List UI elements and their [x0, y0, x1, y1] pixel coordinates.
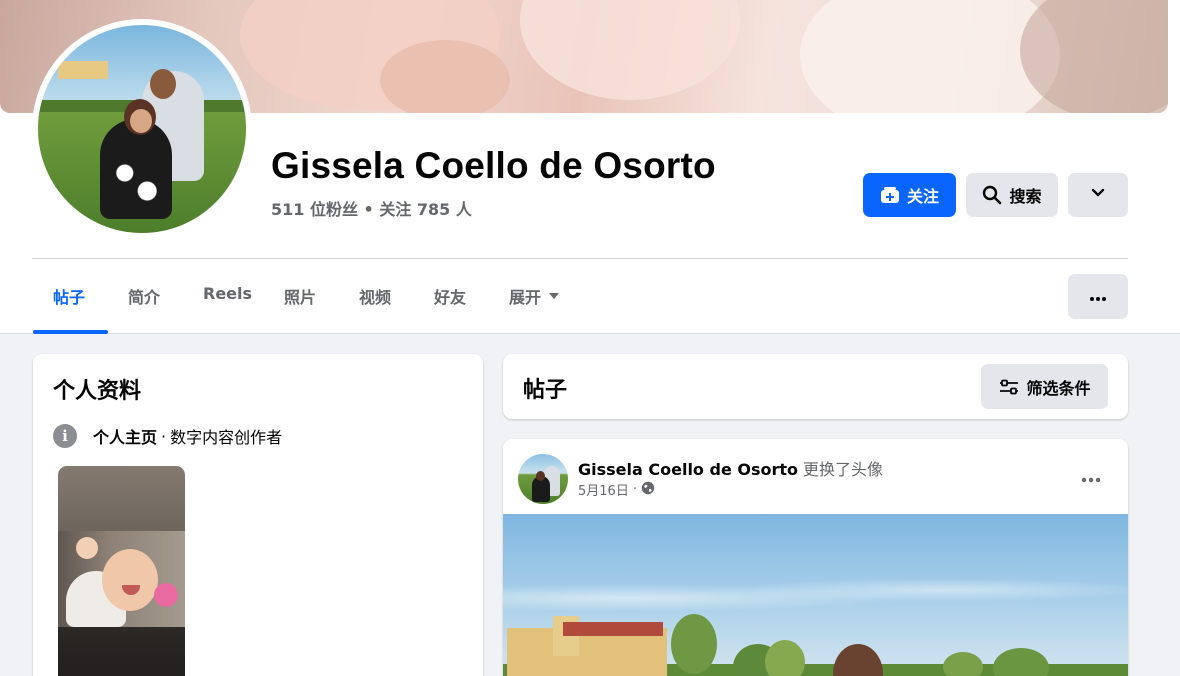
- filter-button[interactable]: 筛选条件: [981, 364, 1108, 409]
- post-author-avatar[interactable]: [518, 454, 568, 504]
- info-icon: i: [53, 424, 77, 448]
- tab-more[interactable]: 展开: [509, 284, 560, 308]
- more-options-button[interactable]: [1068, 274, 1128, 319]
- post-meta-separator: ·: [632, 482, 637, 497]
- chevron-down-icon: [1090, 185, 1106, 205]
- tab-videos[interactable]: 视频: [359, 284, 391, 308]
- intro-category-label: 个人主页: [93, 428, 158, 447]
- search-button[interactable]: 搜索: [966, 173, 1058, 217]
- filter-label: 筛选条件: [1026, 378, 1091, 398]
- profile-stats[interactable]: 511 位粉丝 • 关注 785 人: [271, 196, 472, 220]
- profile-dropdown-button[interactable]: [1068, 173, 1128, 217]
- tab-friends[interactable]: 好友: [434, 284, 466, 308]
- post-card: Gissela Coello de Osorto 更换了头像 5月16日 ·: [503, 439, 1128, 676]
- tab-posts[interactable]: 帖子: [53, 284, 85, 308]
- caret-down-icon: [549, 293, 560, 299]
- tab-more-label: 展开: [509, 288, 542, 307]
- follow-label: 关注: [906, 187, 939, 206]
- tab-reels[interactable]: Reels: [203, 284, 252, 303]
- intro-title: 个人资料: [53, 379, 142, 404]
- search-icon: [982, 185, 1002, 205]
- active-tab-indicator: [33, 330, 108, 334]
- posts-header-card: 帖子 筛选条件: [503, 354, 1128, 419]
- intro-category-row: i 个人主页 · 数字内容创作者: [53, 424, 282, 448]
- post-date[interactable]: 5月16日: [578, 480, 629, 499]
- tab-about[interactable]: 简介: [128, 284, 160, 308]
- filter-sliders-icon: [998, 378, 1020, 396]
- ellipsis-icon: [1080, 468, 1102, 487]
- globe-icon: [641, 481, 655, 499]
- follow-icon: [880, 186, 900, 204]
- profile-avatar[interactable]: [38, 25, 246, 233]
- post-options-button[interactable]: [1075, 463, 1107, 491]
- post-author-name[interactable]: Gissela Coello de Osorto: [578, 460, 798, 479]
- intro-card: 个人资料 i 个人主页 · 数字内容创作者: [33, 354, 483, 676]
- intro-category-value: 数字内容创作者: [170, 428, 283, 447]
- posts-title: 帖子: [523, 378, 568, 403]
- post-header-line: Gissela Coello de Osorto 更换了头像: [578, 456, 883, 480]
- featured-photo-image: [58, 531, 185, 627]
- post-meta: 5月16日 ·: [578, 480, 655, 499]
- featured-photo[interactable]: [58, 466, 185, 676]
- tab-photos[interactable]: 照片: [284, 284, 316, 308]
- intro-separator: ·: [161, 426, 167, 446]
- post-action-text: 更换了头像: [803, 460, 884, 479]
- header-divider: [32, 258, 1128, 259]
- ellipsis-icon: [1089, 287, 1107, 306]
- search-label: 搜索: [1009, 187, 1042, 206]
- follow-button[interactable]: 关注: [863, 173, 956, 217]
- post-image[interactable]: [503, 514, 1128, 676]
- profile-name: Gissela Coello de Osorto: [271, 145, 716, 186]
